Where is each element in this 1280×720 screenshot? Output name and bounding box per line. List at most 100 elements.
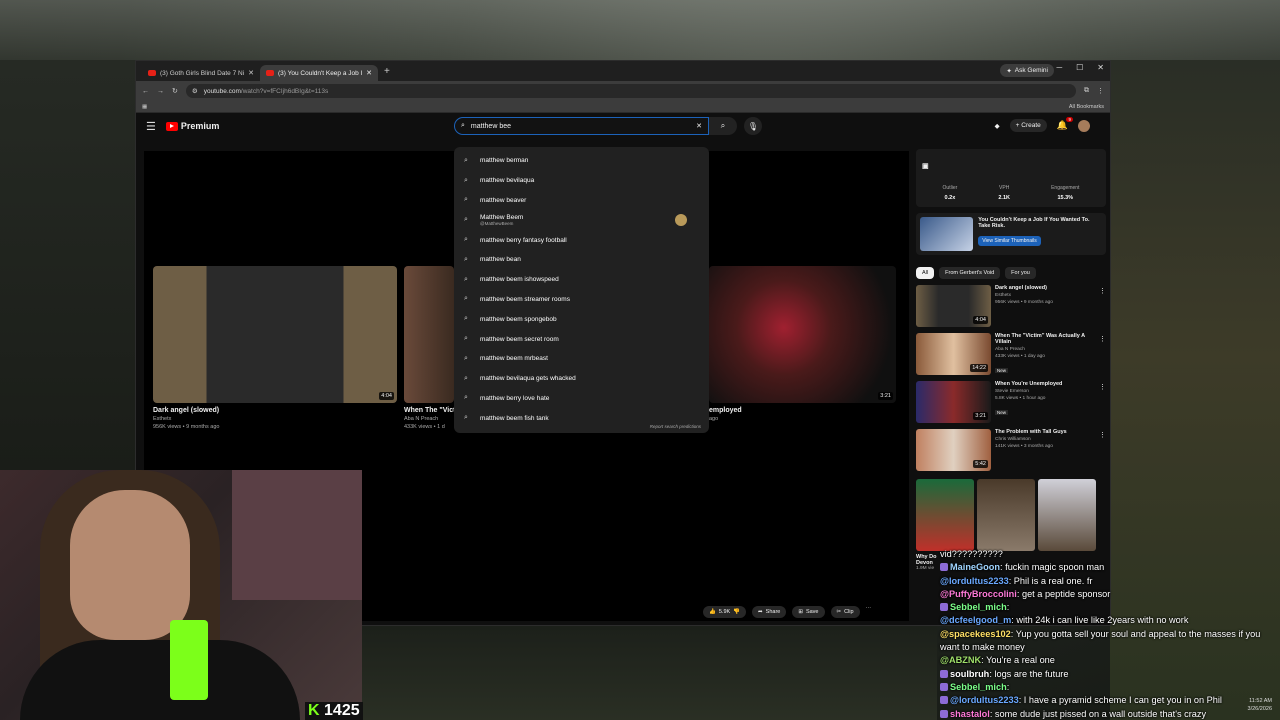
- rec-thumbnail[interactable]: 5:42: [916, 429, 991, 471]
- rec-title[interactable]: The Problem with Tall Guys: [995, 429, 1085, 435]
- reload-icon[interactable]: ↻: [172, 87, 178, 95]
- suggestion-item[interactable]: ⌕ matthew bean: [454, 250, 709, 270]
- site-info-icon[interactable]: ⚙: [192, 87, 198, 95]
- user-badge-icon: [940, 709, 948, 718]
- more-icon[interactable]: ⋮: [1099, 431, 1106, 439]
- suggestion-item[interactable]: ⌕ matthew berry fantasy football: [454, 230, 709, 250]
- notifications-bell-icon[interactable]: 🔔 9: [1057, 117, 1073, 131]
- endscreen-card-3[interactable]: 3:21 employed ago: [709, 266, 896, 422]
- suggestion-item[interactable]: ⌕ matthew beem spongebob: [454, 309, 709, 329]
- chip-for-you[interactable]: For you: [1005, 267, 1036, 279]
- chat-message: MaineGoon: fuckin magic spoon man: [940, 561, 1280, 574]
- rec-channel[interactable]: Aba N Preach: [995, 347, 1085, 352]
- recommended-video[interactable]: 14:22 When The "Victim" Was Actually A V…: [916, 333, 1106, 375]
- create-button[interactable]: + Create: [1009, 119, 1047, 132]
- suggestion-item[interactable]: ⌕ matthew beem ishowspeed: [454, 270, 709, 290]
- thumbs-down-icon[interactable]: 👎: [733, 609, 740, 615]
- suggestion-item[interactable]: ⌕ matthew berry love hate: [454, 389, 709, 409]
- stream-chat-overlay: vid?????????? MaineGoon: fuckin magic sp…: [940, 548, 1280, 720]
- youtube-logo[interactable]: Premium: [165, 121, 219, 131]
- save-button[interactable]: ⊞ Save: [792, 606, 825, 618]
- short-thumbnail[interactable]: [977, 479, 1035, 551]
- video-thumbnail[interactable]: [404, 266, 454, 403]
- video-thumbnail[interactable]: 4:04: [153, 266, 397, 403]
- system-clock[interactable]: 11:52 AM 3/26/2026: [1248, 697, 1272, 713]
- chat-username: MaineGoon: [950, 562, 1001, 573]
- url-text: youtube.com/watch?v=fFCIjh6dBIg&t=113s: [204, 88, 329, 95]
- search-button[interactable]: ⌕: [709, 117, 737, 135]
- recommended-video[interactable]: 4:04 Dark angel (slowed) Esthetx 956K view…: [916, 285, 1106, 327]
- suggestion-item[interactable]: ⌕ matthew bevilaqua gets whacked: [454, 369, 709, 389]
- suggestion-item[interactable]: ⌕ matthew beem secret room: [454, 329, 709, 349]
- more-icon[interactable]: ⋮: [1099, 335, 1106, 343]
- endscreen-card-2[interactable]: When The "Vict Aba N Preach 433K views •…: [404, 266, 455, 430]
- share-button[interactable]: ➦ Share: [752, 606, 787, 618]
- chip-from-channel[interactable]: From Gerbert's Void: [939, 267, 1001, 279]
- rec-title[interactable]: Dark angel (slowed): [995, 285, 1085, 291]
- rec-channel[interactable]: Chris Williamson: [995, 437, 1085, 442]
- channel-name[interactable]: Aba N Preach: [404, 416, 455, 422]
- like-button[interactable]: 👍 5.9K 👎: [703, 606, 747, 618]
- recommended-video[interactable]: 5:42 The Problem with Tall Guys Chris Wil…: [916, 429, 1106, 471]
- all-bookmarks[interactable]: All Bookmarks: [1069, 104, 1104, 110]
- view-similar-thumbnails-button[interactable]: View Similar Thumbnails: [978, 236, 1041, 246]
- suggestion-item[interactable]: ⌕ matthew berman: [454, 151, 709, 171]
- rec-thumbnail[interactable]: 4:04: [916, 285, 991, 327]
- suggestion-item[interactable]: ⌕ matthew beem mrbeast: [454, 349, 709, 369]
- suggestion-item[interactable]: ⌕ matthew beem streamer rooms: [454, 290, 709, 310]
- tab-current[interactable]: (3) You Couldn't Keep a Job If Y ✕: [260, 65, 378, 81]
- close-window-icon[interactable]: ✕: [1097, 63, 1104, 72]
- short-thumbnail[interactable]: [916, 479, 974, 551]
- rec-thumbnail[interactable]: 14:22: [916, 333, 991, 375]
- more-icon[interactable]: ⋮: [1099, 287, 1106, 295]
- endscreen-card-1[interactable]: 4:04 Dark angel (slowed) Esthetx 956K vi…: [153, 266, 397, 430]
- new-badge: New: [995, 368, 1009, 373]
- stream-counter: K 1425: [305, 702, 363, 720]
- chat-text: : logs are the future: [989, 668, 1069, 679]
- short-thumbnail[interactable]: [1038, 479, 1096, 551]
- apps-icon[interactable]: ▦: [142, 104, 147, 110]
- webcam-overlay: [0, 470, 362, 720]
- new-tab-icon[interactable]: +: [384, 66, 390, 77]
- suggestion-item-channel[interactable]: ⌕ Matthew Beem @MatthewBeem: [454, 210, 709, 230]
- address-field[interactable]: ⚙ youtube.com/watch?v=fFCIjh6dBIg&t=113s: [185, 84, 1076, 98]
- rec-title[interactable]: When The "Victim" Was Actually A Villain: [995, 333, 1085, 345]
- close-tab-icon[interactable]: ✕: [366, 69, 372, 77]
- video-title[interactable]: When The "Vict: [404, 407, 455, 414]
- search-icon: ⌕: [464, 335, 468, 343]
- maximize-icon[interactable]: ☐: [1076, 63, 1083, 72]
- rec-channel[interactable]: Esthetx: [995, 293, 1085, 298]
- chat-text: : Phil is a real one. fr: [1008, 575, 1093, 586]
- channel-name[interactable]: Esthetx: [153, 416, 397, 422]
- more-actions-icon[interactable]: ⋯: [866, 606, 872, 618]
- menu-icon[interactable]: ⋮: [1097, 87, 1104, 95]
- clip-button[interactable]: ✂ Clip: [830, 606, 860, 618]
- rec-title[interactable]: When You're Unemployed: [995, 381, 1085, 387]
- rec-channel[interactable]: Stevie Emerson: [995, 389, 1085, 394]
- report-predictions-link[interactable]: Report search predictions: [650, 424, 701, 429]
- chat-username: Sebbel_mich: [950, 681, 1007, 692]
- close-tab-icon[interactable]: ✕: [248, 69, 254, 77]
- chip-all[interactable]: All: [916, 267, 935, 279]
- rec-thumbnail[interactable]: 3:21: [916, 381, 991, 423]
- tab-goth-girls[interactable]: (3) Goth Girls Blind Date 7 Nice ✕: [142, 65, 260, 81]
- suggestion-item[interactable]: ⌕ matthew beaver: [454, 191, 709, 211]
- hamburger-menu-icon[interactable]: ☰: [146, 120, 156, 133]
- more-icon[interactable]: ⋮: [1099, 383, 1106, 391]
- extensions-icon[interactable]: ⧉: [1084, 87, 1089, 95]
- search-input[interactable]: ⌕ matthew bee ✕: [454, 117, 709, 135]
- extension-icon[interactable]: ◆: [995, 122, 1000, 130]
- voice-search-button[interactable]: 🎙: [744, 117, 762, 135]
- clear-search-icon[interactable]: ✕: [696, 122, 702, 130]
- account-avatar[interactable]: [1078, 119, 1090, 132]
- forward-icon[interactable]: →: [157, 88, 164, 95]
- video-title[interactable]: Dark angel (slowed): [153, 407, 397, 414]
- ask-gemini-button[interactable]: ✦ Ask Gemini: [1000, 64, 1054, 77]
- video-thumbnail[interactable]: 3:21: [709, 266, 896, 403]
- video-title[interactable]: employed: [709, 407, 896, 414]
- recommended-video[interactable]: 3:21 When You're Unemployed Stevie Emerso…: [916, 381, 1106, 423]
- minimize-icon[interactable]: ─: [1056, 63, 1062, 72]
- suggestion-item[interactable]: ⌕ matthew bevilaqua: [454, 171, 709, 191]
- extension-logo-icon: ▣: [922, 163, 929, 170]
- back-icon[interactable]: ←: [142, 88, 149, 95]
